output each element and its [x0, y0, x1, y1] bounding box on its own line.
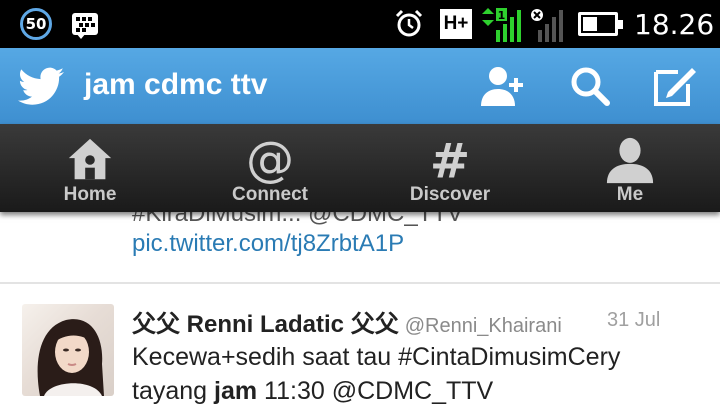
tweet-text[interactable]: Kecewa+sedih saat tau #CintaDimusimCery … — [132, 340, 702, 405]
tab-me-label: Me — [616, 184, 644, 205]
home-icon — [68, 138, 112, 180]
hash-icon: # — [430, 135, 470, 185]
avatar-photo — [37, 319, 105, 396]
alarm-icon — [395, 9, 423, 37]
divider — [0, 282, 720, 284]
network-type-indicator: H+ — [440, 9, 472, 39]
tab-connect[interactable]: @ Connect — [180, 124, 360, 212]
tab-discover[interactable]: # Discover — [360, 124, 540, 212]
tab-home[interactable]: Home — [0, 124, 180, 212]
twitter-bird-icon[interactable] — [18, 62, 68, 110]
battery-icon — [578, 12, 623, 36]
search-icon — [571, 67, 610, 106]
tweet-author-handle[interactable]: @Renni_Khairani — [405, 315, 562, 337]
bbm-icon — [72, 13, 98, 39]
nav-bar: Home @ Connect # Discover Me — [0, 124, 720, 212]
at-icon: @ — [246, 135, 294, 185]
clock: 18.26 — [634, 8, 715, 41]
tweet-date: 31 Jul — [607, 309, 661, 331]
app-bar: jam cdmc ttv — [0, 48, 720, 124]
app-title: jam cdmc ttv — [84, 68, 268, 101]
tab-home-label: Home — [63, 184, 117, 205]
svg-text:@: @ — [246, 135, 294, 185]
add-user-button[interactable] — [478, 62, 528, 110]
timeline[interactable]: #KiraDiMusim... @CDMC_TTV pic.twitter.co… — [0, 212, 720, 405]
tweet-text-highlight: jam — [214, 377, 258, 405]
search-button[interactable] — [566, 62, 616, 110]
tweet-author-name[interactable]: 父父 Renni Ladatic 父父 — [132, 311, 399, 338]
sim1-indicator: 1 — [498, 9, 506, 22]
tweet-link[interactable]: pic.twitter.com/tj8ZrbtA1P — [132, 230, 404, 258]
avatar[interactable] — [22, 304, 114, 396]
compose-button[interactable] — [650, 62, 700, 110]
add-user-icon — [481, 67, 523, 106]
status-bar: 50 H+ 1 18.26 — [0, 0, 720, 48]
svg-text:#: # — [430, 135, 470, 185]
signal-x-icon — [531, 9, 563, 42]
compose-icon — [654, 68, 696, 106]
tab-discover-label: Discover — [409, 184, 491, 205]
signal-icon: 1 — [482, 8, 521, 42]
notification-count-badge: 50 — [20, 8, 52, 40]
tab-me[interactable]: Me — [540, 124, 720, 212]
tweet-header: 父父 Renni Ladatic 父父 @Renni_Khairani — [132, 304, 562, 339]
person-icon — [606, 137, 654, 184]
tab-connect-label: Connect — [232, 184, 308, 205]
partial-tweet-text: #KiraDiMusim... @CDMC_TTV — [132, 212, 464, 227]
tweet-text-part: 11:30 @CDMC_TTV — [257, 377, 494, 405]
